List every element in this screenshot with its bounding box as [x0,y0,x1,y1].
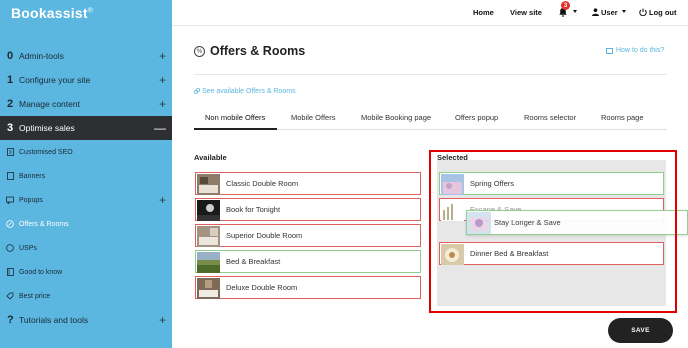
banner-icon [6,172,14,180]
list-item[interactable]: Bed & Breakfast [195,250,421,273]
sidebar-item-good-to-know[interactable]: Good to know [0,263,172,281]
tab-offers-popup[interactable]: Offers popup [455,113,498,122]
item-label: Bed & Breakfast [226,257,281,266]
list-item[interactable]: Book for Tonight [195,198,421,221]
sidebar-item-banners[interactable]: Banners [0,167,172,185]
page-title: Offers & Rooms [210,44,306,58]
nav-number: ? [7,314,14,326]
nav-label: Manage content [19,99,80,109]
tab-rooms-page[interactable]: Rooms page [601,113,644,122]
nav-item-tutorials[interactable]: ? Tutorials and tools + [0,308,172,332]
popup-icon [6,196,14,204]
chevron-down-icon[interactable] [573,10,577,13]
room-thumbnail [197,278,220,299]
list-item[interactable]: Deluxe Double Room [195,276,421,299]
nav-number: 1 [7,74,14,86]
notification-badge: 3 [561,1,570,10]
expand-icon[interactable]: + [159,97,166,111]
sidebar-item-label: USPs [19,244,37,252]
sidebar-item-label: Popups [19,196,43,204]
chevron-down-icon[interactable] [622,10,626,13]
price-icon [6,292,14,300]
tab-rooms-selector[interactable]: Rooms selector [524,113,576,122]
sidebar-item-offers-rooms[interactable]: Offers & Rooms [0,215,172,233]
save-button[interactable]: SAVE [608,318,673,343]
nav-label: Tutorials and tools [19,315,89,325]
nav-item-manage-content[interactable]: 2 Manage content + [0,92,172,116]
item-label: Deluxe Double Room [226,283,298,292]
nav-number: 0 [7,50,14,62]
available-heading: Available [194,153,227,162]
item-label: Superior Double Room [226,231,303,240]
list-item[interactable]: Classic Double Room [195,172,421,195]
item-label: Classic Double Room [226,179,299,188]
nav-label: Optimise sales [19,123,75,133]
nav-number: 2 [7,98,14,110]
book-icon [6,268,14,276]
app-window: Bookassist® 0 Admin-tools + 1 Configure … [0,0,688,348]
list-item[interactable]: Superior Double Room [195,224,421,247]
tab-non-mobile-offers[interactable]: Non mobile Offers [205,113,265,122]
room-thumbnail [197,200,220,221]
nav-label: Admin-tools [19,51,64,61]
sidebar: Bookassist® 0 Admin-tools + 1 Configure … [0,0,172,348]
sidebar-item-popups[interactable]: Popups + [0,191,172,209]
logo[interactable]: Bookassist® [11,5,93,21]
percent-icon: % [194,46,205,57]
highlight-frame [429,150,677,313]
expand-icon[interactable]: + [159,193,166,207]
tab-mobile-booking-page[interactable]: Mobile Booking page [361,113,431,122]
see-link-label: See available Offers & Rooms [202,88,296,95]
user-menu[interactable]: User [601,8,618,17]
home-link[interactable]: Home [473,8,494,17]
nav-number: 3 [7,122,14,134]
item-label: Book for Tonight [226,205,281,214]
top-bar: Home View site 3 User Log out [172,0,688,26]
sidebar-item-label: Banners [19,172,46,180]
how-to-label: How to do this? [616,47,665,54]
sidebar-item-best-price[interactable]: Best price [0,287,172,305]
main-content: % Offers & Rooms How to do this? See ava… [172,26,688,348]
document-icon [6,148,14,156]
percent-icon [6,220,14,228]
link-icon [193,88,201,95]
expand-icon[interactable]: + [159,49,166,63]
logout-link[interactable]: Log out [649,8,677,17]
user-icon [592,8,599,16]
tab-bar: Non mobile Offers Mobile Offers Mobile B… [194,106,667,130]
expand-icon[interactable]: + [159,313,166,327]
see-available-link[interactable]: See available Offers & Rooms [193,88,296,95]
video-icon [606,47,613,54]
room-thumbnail [197,252,220,273]
sidebar-item-usps[interactable]: USPs [0,239,172,257]
collapse-icon[interactable]: — [154,121,166,135]
sidebar-item-customised-seo[interactable]: Customised SEO [0,143,172,161]
room-thumbnail [197,226,220,247]
power-icon [639,8,647,16]
nav-label: Configure your site [19,75,91,85]
nav-item-optimise-sales[interactable]: 3 Optimise sales — [0,116,172,140]
nav-item-admin-tools[interactable]: 0 Admin-tools + [0,44,172,68]
expand-icon[interactable]: + [159,73,166,87]
usp-icon [6,244,14,252]
how-to-link[interactable]: How to do this? [606,47,664,54]
divider [194,74,667,75]
active-tab-indicator [194,128,277,130]
sidebar-item-label: Offers & Rooms [19,220,69,228]
sidebar-item-label: Good to know [19,268,63,276]
tab-mobile-offers[interactable]: Mobile Offers [291,113,335,122]
view-site-link[interactable]: View site [510,8,542,17]
nav-item-configure-site[interactable]: 1 Configure your site + [0,68,172,92]
sidebar-item-label: Customised SEO [19,148,73,156]
sidebar-item-label: Best price [19,292,51,300]
room-thumbnail [197,174,220,195]
